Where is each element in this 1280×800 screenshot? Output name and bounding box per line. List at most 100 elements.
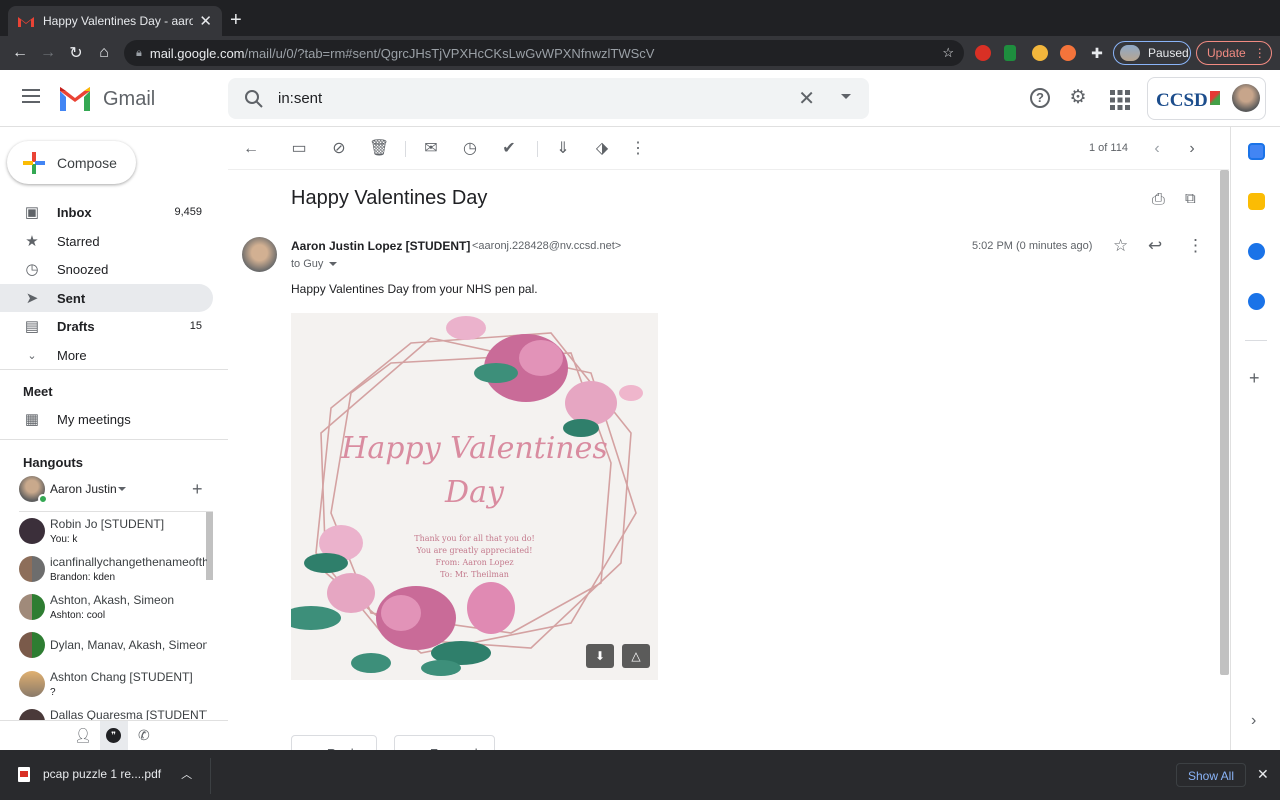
close-download-bar-icon[interactable]: ✕: [1257, 766, 1269, 783]
more-options-icon[interactable]: ⋮: [629, 140, 647, 158]
extension-red-icon[interactable]: [975, 45, 991, 61]
search-icon[interactable]: [244, 89, 264, 109]
browser-tab[interactable]: Happy Valentines Day - aaronj ✕: [8, 6, 222, 36]
compose-button[interactable]: Compose: [7, 141, 136, 184]
message-scrollbar[interactable]: [1220, 170, 1229, 675]
label-tag-icon[interactable]: ⬗: [593, 140, 611, 158]
search-options-icon[interactable]: [841, 94, 851, 99]
hangouts-bottom-bar: 👤︎ ❞ ✆: [0, 720, 228, 751]
message-body: Happy Valentines Day from your NHS pen p…: [291, 282, 538, 296]
open-new-window-icon[interactable]: ⧉: [1185, 190, 1196, 207]
profile-paused-button[interactable]: Paused: [1113, 41, 1191, 65]
back-to-sent-icon[interactable]: ←: [242, 140, 260, 158]
print-icon[interactable]: ⎙: [1152, 191, 1165, 209]
search-bar[interactable]: in:sent ✕: [228, 78, 869, 119]
star-message-icon[interactable]: ☆: [1113, 236, 1128, 256]
download-attachment-icon[interactable]: ⬇: [586, 644, 614, 668]
save-to-drive-icon[interactable]: △: [622, 644, 650, 668]
sidebar-item-sent[interactable]: ➤ Sent: [0, 284, 213, 312]
extension-orange-icon[interactable]: [1060, 45, 1076, 61]
tasks-app-icon[interactable]: [1248, 243, 1265, 260]
clock-icon: ◷: [25, 261, 39, 278]
paused-label: Paused: [1148, 46, 1189, 60]
clear-search-icon[interactable]: ✕: [798, 86, 815, 111]
add-task-icon[interactable]: ✔: [500, 140, 518, 158]
download-file-name: pcap puzzle 1 re....pdf: [43, 767, 162, 781]
list-item[interactable]: Dylan, Manav, Akash, Simeon: [19, 632, 209, 671]
home-icon[interactable]: ⌂: [90, 44, 118, 62]
menu-dots-icon: ⋮: [1253, 46, 1266, 60]
toolbar-divider: [537, 141, 538, 157]
newer-chevron-left-icon[interactable]: ‹: [1148, 140, 1166, 158]
download-options-chevron-icon[interactable]: ︿: [181, 766, 192, 782]
calendar-app-icon[interactable]: [1248, 143, 1265, 160]
contact-avatar: [19, 709, 45, 720]
archive-icon[interactable]: ▭: [290, 140, 308, 158]
recipient-line[interactable]: to Guy: [291, 258, 338, 270]
address-bar[interactable]: 🔒︎ mail.google.com/mail/u/0/?tab=rm#sent…: [124, 40, 964, 66]
sidebar-item-my-meetings[interactable]: ▦ My meetings: [0, 405, 213, 433]
extension-hand-icon[interactable]: [1032, 45, 1048, 61]
gmail-favicon-icon: [18, 17, 34, 27]
mark-unread-icon[interactable]: ✉: [422, 140, 440, 158]
card-message: Thank you for all that you do! You are g…: [291, 533, 658, 581]
keep-app-icon[interactable]: [1248, 193, 1265, 210]
email-subject: Happy Valentines Day: [291, 187, 488, 209]
apps-grid-icon[interactable]: [1110, 90, 1130, 110]
sidebar-item-drafts[interactable]: ▤ Drafts 15: [0, 312, 213, 340]
new-tab-icon[interactable]: +: [230, 9, 242, 32]
browser-tab-strip: Happy Valentines Day - aaronj ✕ +: [0, 0, 1280, 36]
extensions-puzzle-icon[interactable]: ✚: [1089, 45, 1105, 61]
show-all-downloads-button[interactable]: Show All: [1176, 763, 1246, 787]
reload-icon[interactable]: ↻: [62, 43, 90, 63]
sidebar-divider: [0, 369, 228, 370]
account-switcher[interactable]: CCSD: [1147, 77, 1266, 120]
sidebar-item-more[interactable]: ⌄ More: [0, 341, 213, 369]
get-addons-plus-icon[interactable]: +: [1249, 368, 1260, 389]
contacts-person-icon[interactable]: 👤︎: [74, 727, 92, 744]
close-tab-icon[interactable]: ✕: [199, 12, 212, 30]
gmail-logo-icon[interactable]: [58, 87, 92, 111]
sidebar-item-snoozed[interactable]: ◷ Snoozed: [0, 255, 213, 283]
hangouts-user-row[interactable]: Aaron Justin +: [19, 476, 219, 504]
toolbar-divider: [405, 141, 406, 157]
reply-arrow-icon[interactable]: ↩: [1148, 236, 1162, 256]
online-status-icon: [38, 494, 48, 504]
status-dropdown-icon[interactable]: [118, 487, 126, 491]
search-input[interactable]: in:sent: [278, 90, 322, 107]
conversation-name: Dylan, Manav, Akash, Simeon: [50, 638, 207, 652]
list-item[interactable]: Robin Jo [STUDENT] You: k: [19, 514, 209, 550]
help-icon[interactable]: ?: [1030, 88, 1050, 108]
sidebar-item-starred[interactable]: ★ Starred: [0, 227, 213, 255]
extension-sheets-icon[interactable]: [1004, 45, 1016, 61]
tab-title: Happy Valentines Day - aaronj: [43, 14, 194, 28]
list-item[interactable]: Dallas Quaresma [STUDENT]: [19, 705, 209, 720]
contact-avatar: [19, 518, 45, 544]
forward-arrow-icon[interactable]: →: [34, 44, 62, 62]
valentine-card-image[interactable]: Happy Valentines Day Thank you for all t…: [291, 313, 658, 680]
back-arrow-icon[interactable]: ←: [6, 44, 34, 62]
delete-trash-icon[interactable]: 🗑︎: [369, 140, 389, 158]
conversation-name: Robin Jo [STUDENT]: [50, 517, 165, 531]
inbox-count: 9,459: [174, 206, 202, 218]
list-item[interactable]: Ashton Chang [STUDENT] ?: [19, 667, 209, 703]
message-more-icon[interactable]: ⋮: [1187, 236, 1204, 256]
phone-icon[interactable]: ✆: [138, 727, 150, 744]
bookmark-star-icon[interactable]: ☆: [942, 45, 954, 61]
conversation-name: icanfinallychangethenameofthi: [50, 555, 207, 569]
report-spam-icon[interactable]: ⊘: [330, 140, 348, 158]
update-label: Update: [1207, 46, 1246, 60]
sidebar-item-inbox[interactable]: ▣ Inbox 9,459: [0, 198, 213, 226]
snooze-clock-icon[interactable]: ◷: [461, 140, 479, 158]
expand-panel-chevron-icon[interactable]: ›: [1251, 712, 1256, 730]
update-button[interactable]: Update ⋮: [1196, 41, 1272, 65]
older-chevron-right-icon[interactable]: ›: [1183, 140, 1201, 158]
move-to-icon[interactable]: ⇓: [554, 140, 572, 158]
list-item[interactable]: icanfinallychangethenameofthi Brandon: k…: [19, 552, 209, 588]
list-item[interactable]: Ashton, Akash, Simeon Ashton: cool: [19, 590, 209, 626]
contacts-app-icon[interactable]: [1248, 293, 1265, 310]
new-conversation-plus-icon[interactable]: +: [192, 479, 203, 500]
settings-gear-icon[interactable]: ⚙: [1068, 88, 1088, 108]
download-item[interactable]: pcap puzzle 1 re....pdf ︿: [18, 766, 192, 782]
main-menu-icon[interactable]: [22, 89, 40, 103]
